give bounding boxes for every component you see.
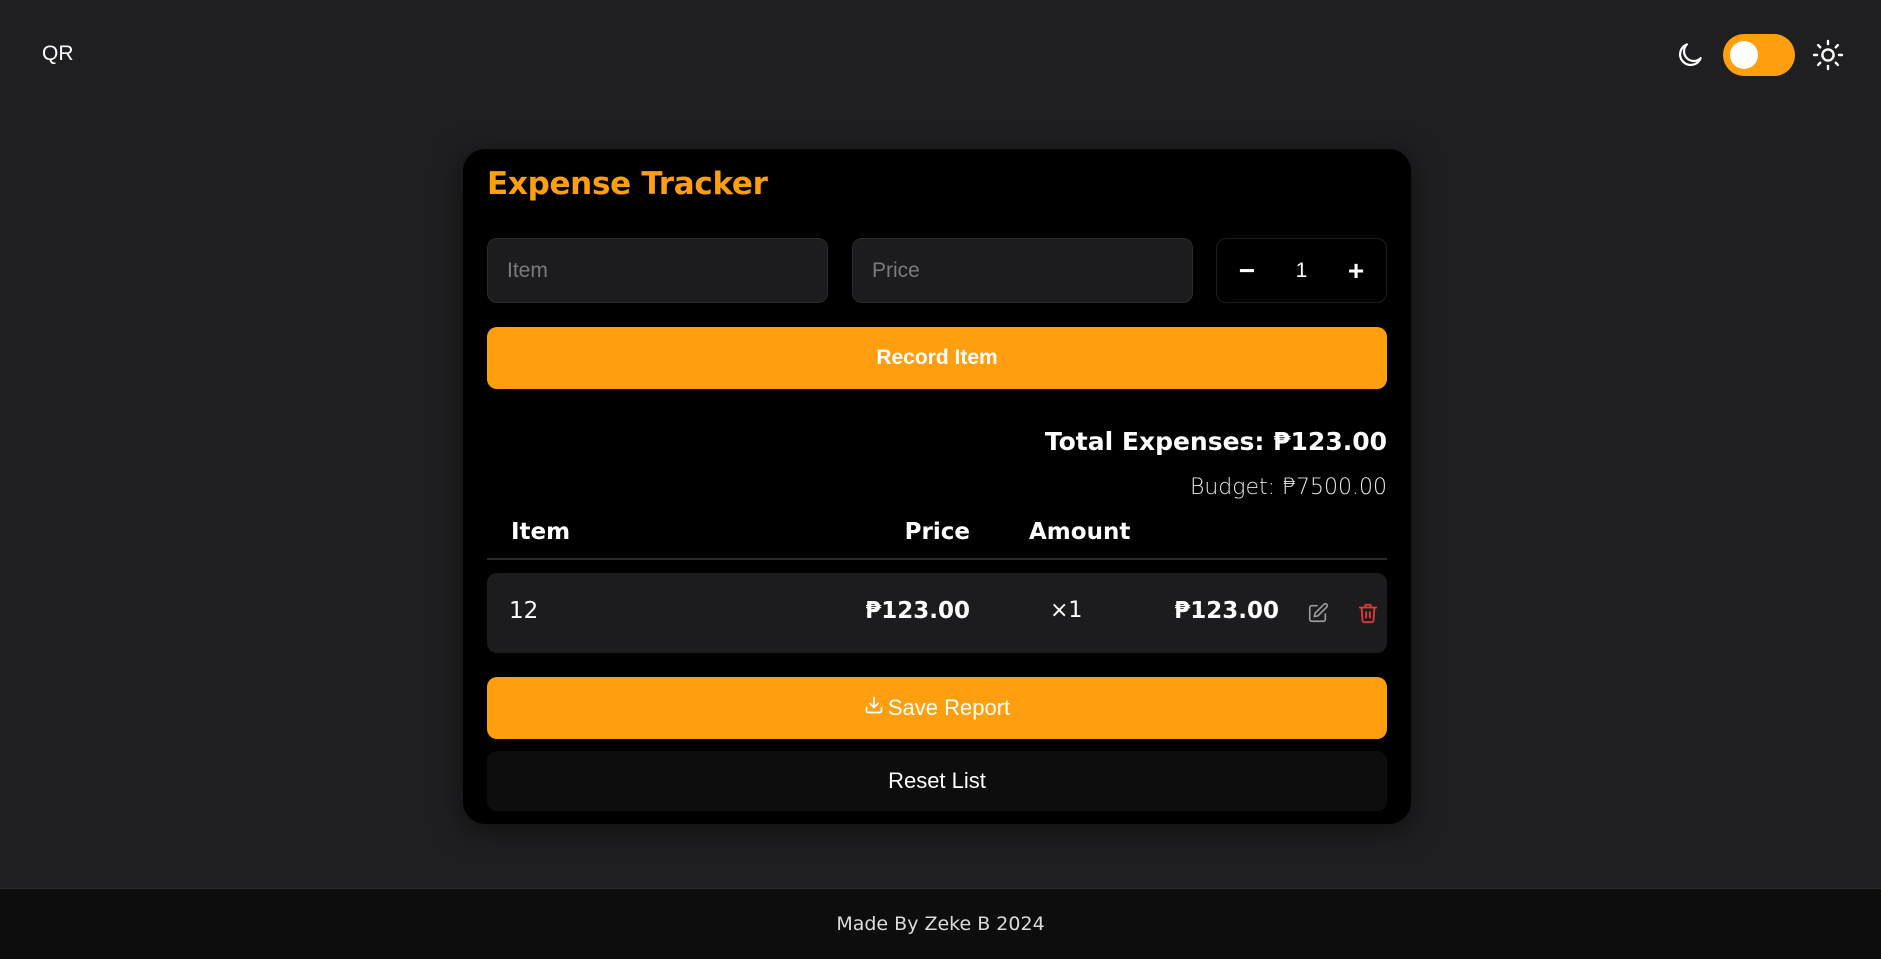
- toggle-knob: [1730, 41, 1758, 69]
- decrement-button[interactable]: −: [1227, 251, 1267, 291]
- trash-icon[interactable]: [1355, 600, 1381, 626]
- save-report-label: Save Report: [887, 695, 1011, 720]
- row-total: ₱123.00: [1174, 598, 1279, 624]
- quantity-value: 1: [1295, 258, 1308, 282]
- edit-icon[interactable]: [1305, 600, 1331, 626]
- column-header-item: Item: [511, 519, 571, 545]
- row-item: 12: [509, 598, 539, 624]
- quantity-stepper: − 1 +: [1216, 238, 1387, 303]
- item-input[interactable]: [487, 238, 828, 303]
- page-title: Expense Tracker: [487, 166, 768, 202]
- price-input[interactable]: [852, 238, 1193, 303]
- row-price: ₱123.00: [865, 598, 970, 624]
- total-expenses: Total Expenses: ₱123.00: [1044, 427, 1387, 456]
- app-page: QR Expense Tracker Item Price − 1 + Reco…: [0, 0, 1881, 959]
- record-item-button[interactable]: Record Item: [487, 327, 1387, 389]
- moon-icon: [1673, 38, 1707, 72]
- qr-link[interactable]: QR: [42, 42, 74, 66]
- table-header: Item Price Amount: [487, 515, 1387, 560]
- column-header-amount: Amount: [1029, 519, 1131, 545]
- budget-label: Budget: ₱7500.00: [1189, 475, 1387, 500]
- save-report-button[interactable]: Save Report: [487, 677, 1387, 739]
- row-amount: ×1: [1050, 598, 1083, 623]
- column-header-price: Price: [904, 519, 970, 545]
- expense-tracker-card: Expense Tracker − 1 + Record Item Total …: [463, 149, 1411, 824]
- theme-controls: [1673, 34, 1845, 76]
- sun-icon: [1811, 38, 1845, 72]
- top-bar: QR: [0, 0, 1881, 110]
- reset-list-button[interactable]: Reset List: [487, 751, 1387, 811]
- theme-toggle[interactable]: [1723, 34, 1795, 76]
- footer: Made By Zeke B 2024: [0, 888, 1881, 959]
- table-row: 12 ₱123.00 ×1 ₱123.00: [487, 573, 1387, 653]
- download-icon: [864, 695, 884, 721]
- increment-button[interactable]: +: [1336, 251, 1376, 291]
